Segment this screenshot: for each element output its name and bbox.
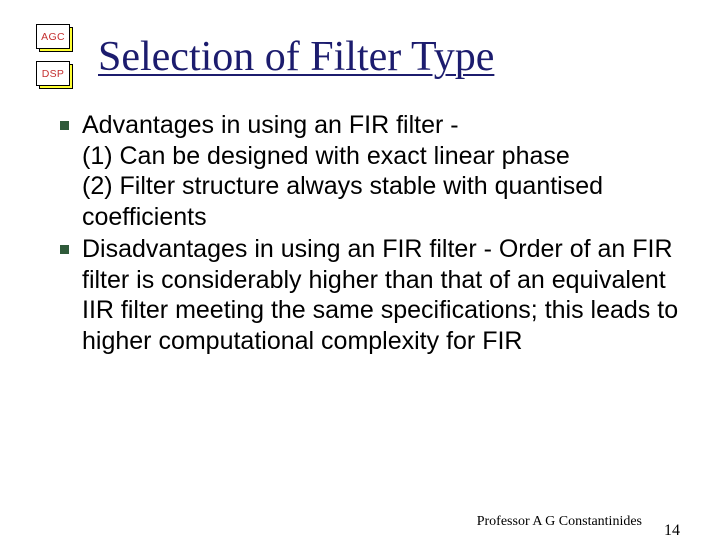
page-number: 14 (664, 522, 680, 540)
content-area: Advantages in using an FIR filter - (1) … (36, 110, 684, 356)
bullet-text: Disadvantages in using an FIR filter - O… (82, 234, 680, 356)
bullet-line: (1) Can be designed with exact linear ph… (82, 141, 680, 172)
bullet-item: Advantages in using an FIR filter - (1) … (46, 110, 680, 232)
bullet-icon (46, 110, 82, 130)
logo-text: DSP (36, 61, 70, 86)
bullet-icon (46, 234, 82, 254)
bullet-line: (2) Filter structure always stable with … (82, 171, 680, 232)
logo-agc: AGC (36, 24, 74, 53)
footer: Professor A G Constantinides 14 (477, 512, 680, 530)
logo-text: AGC (36, 24, 70, 49)
logo-stack: AGC DSP (36, 24, 74, 90)
bullet-text: Advantages in using an FIR filter - (1) … (82, 110, 680, 232)
bullet-item: Disadvantages in using an FIR filter - O… (46, 234, 680, 356)
slide: AGC DSP Selection of Filter Type Advanta… (0, 0, 720, 540)
header: AGC DSP Selection of Filter Type (36, 24, 684, 90)
professor-label: Professor A G Constantinides (477, 514, 642, 530)
bullet-lead: Advantages in using an FIR filter - (82, 110, 680, 141)
logo-dsp: DSP (36, 61, 74, 90)
bullet-lead: Disadvantages in using an FIR filter - O… (82, 234, 680, 356)
slide-title: Selection of Filter Type (98, 35, 494, 79)
